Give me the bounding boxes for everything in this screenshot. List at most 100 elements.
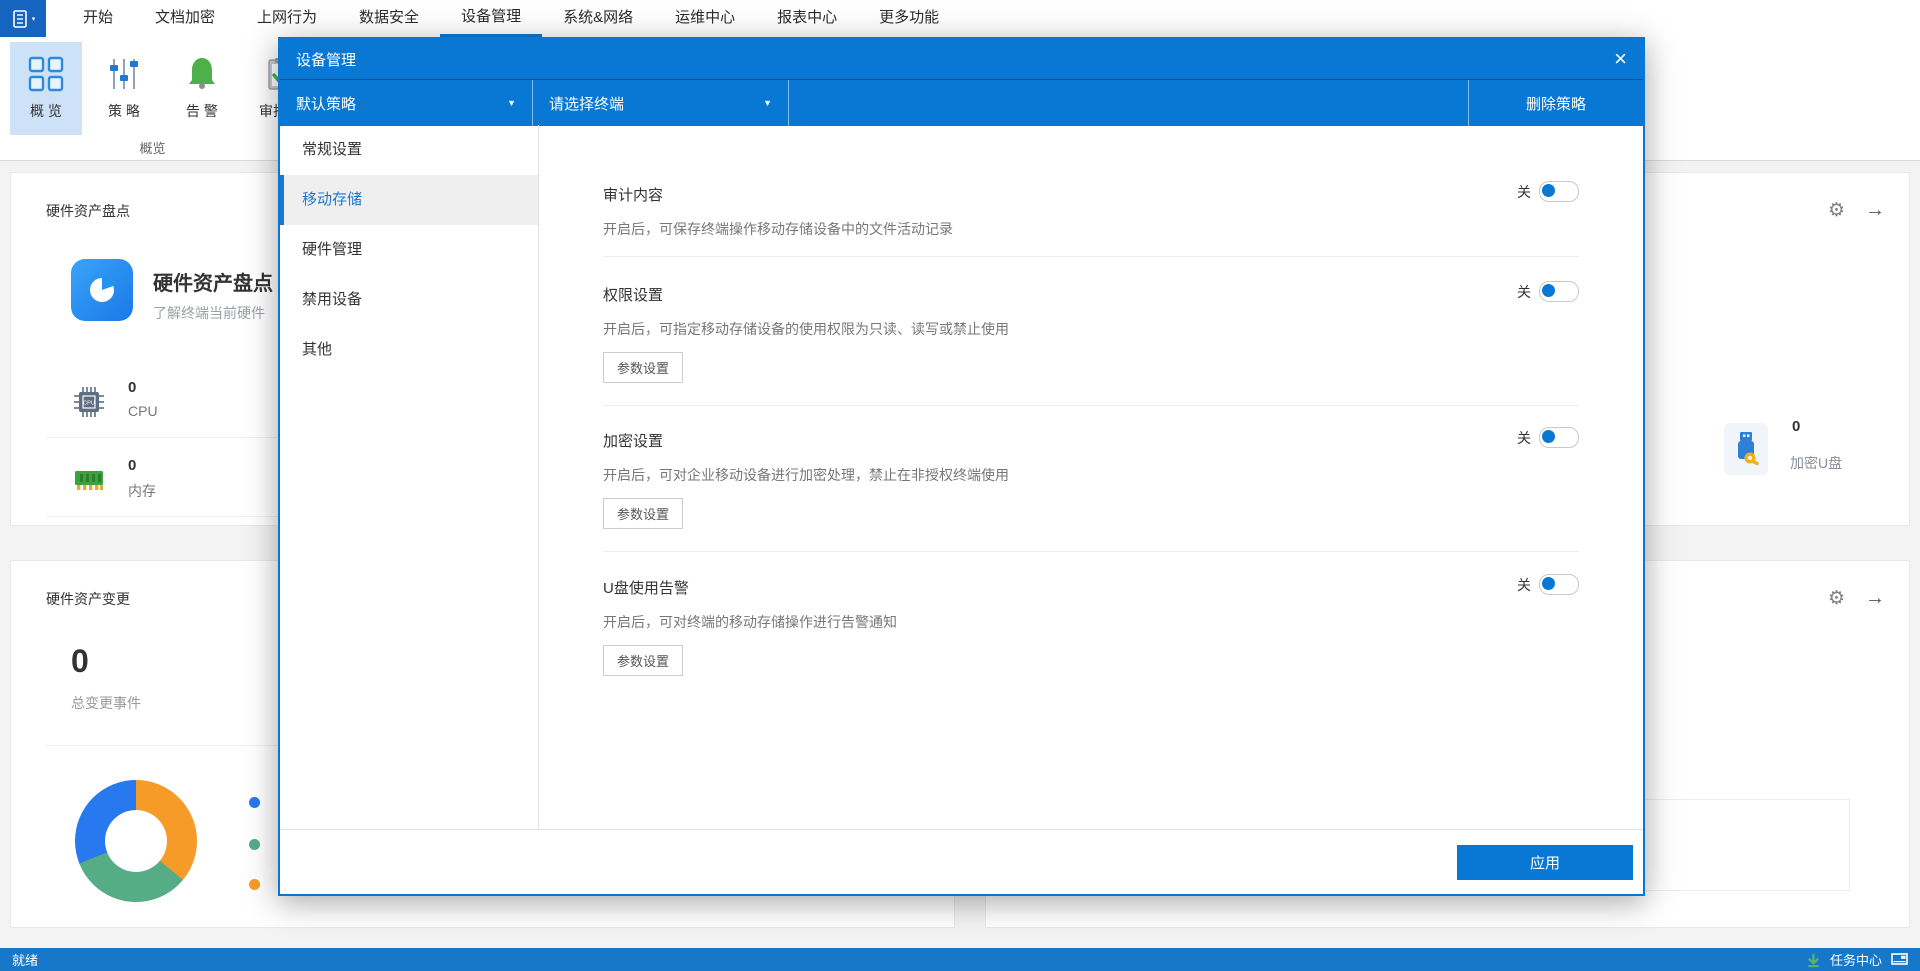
toggle-knob — [1542, 184, 1555, 197]
parameter-settings-button[interactable]: 参数设置 — [603, 352, 683, 383]
total-change-value: 0 — [71, 643, 89, 680]
encrypted-usb-label: 加密U盘 — [1790, 453, 1842, 473]
sliders-policy-icon — [106, 56, 142, 92]
section-description: 开启后，可对企业移动设备进行加密处理，禁止在非授权终端使用 — [603, 465, 1579, 485]
section-title: U盘使用告警 — [603, 577, 1579, 598]
modal-title-bar: 设备管理 × — [280, 39, 1643, 79]
toggle-state-label: 关 — [1517, 428, 1531, 448]
ribbon-group-label: 概览 — [0, 138, 305, 157]
section-encryption-settings: 加密设置 关 开启后，可对企业移动设备进行加密处理，禁止在非授权终端使用 参数设… — [603, 406, 1579, 552]
ram-stick-icon — [74, 469, 104, 498]
close-icon[interactable]: × — [1614, 49, 1627, 69]
ribbon-buttons: 概 览 策 略 告 警 — [10, 42, 316, 135]
section-usb-usage-alert: U盘使用告警 关 开启后，可对终端的移动存储操作进行告警通知 参数设置 — [603, 552, 1579, 702]
section-title: 加密设置 — [603, 430, 1579, 451]
audit-content-toggle[interactable] — [1539, 181, 1579, 202]
terminal-dropdown-value: 请选择终端 — [549, 93, 624, 114]
total-change-label: 总变更事件 — [71, 693, 141, 713]
section-description: 开启后，可指定移动存储设备的使用权限为只读、读写或禁止使用 — [603, 319, 1579, 339]
menu-item-device-management[interactable]: 设备管理 — [440, 0, 542, 37]
hardware-inventory-tile[interactable] — [71, 259, 133, 321]
menu-item-data-security[interactable]: 数据安全 — [338, 0, 440, 37]
legend-dot-orange — [249, 879, 260, 890]
menu-item-more-functions[interactable]: 更多功能 — [858, 0, 960, 37]
cpu-count-label: CPU — [128, 403, 158, 419]
policy-dropdown-value: 默认策略 — [296, 93, 356, 114]
sidebar-item-general-settings[interactable]: 常规设置 — [280, 125, 538, 175]
sidebar-item-hardware-management[interactable]: 硬件管理 — [280, 225, 538, 275]
modal-sidebar: 常规设置 移动存储 硬件管理 禁用设备 其他 — [280, 125, 539, 830]
arrow-right-icon[interactable]: → — [1865, 199, 1885, 222]
bell-alert-icon — [184, 56, 220, 92]
chevron-down-icon: ▼ — [507, 98, 516, 108]
cpu-count-value: 0 — [128, 379, 136, 396]
memory-count-value: 0 — [128, 457, 136, 474]
menu-item-start[interactable]: 开始 — [62, 0, 134, 37]
grid-overview-icon — [28, 56, 64, 92]
memory-count-label: 内存 — [128, 481, 156, 501]
policy-dropdown[interactable]: 默认策略 ▼ — [280, 80, 533, 126]
legend-dot-green — [249, 839, 260, 850]
modal-footer: 应用 — [280, 829, 1643, 894]
section-title: 审计内容 — [603, 184, 1579, 205]
chevron-down-icon: ▼ — [763, 98, 772, 108]
terminal-dropdown[interactable]: 请选择终端 ▼ — [533, 80, 789, 126]
section-title: 权限设置 — [603, 284, 1579, 305]
modal-toolbar: 默认策略 ▼ 请选择终端 ▼ 删除策略 — [280, 79, 1643, 126]
hardware-change-donut-chart — [75, 780, 197, 902]
app-menu-caret-icon: ▾ — [32, 15, 36, 23]
gear-icon[interactable]: ⚙ — [1828, 199, 1845, 222]
app-menu-button[interactable]: ▾ — [0, 0, 46, 37]
menu-item-doc-encryption[interactable]: 文档加密 — [134, 0, 236, 37]
usb-usage-alert-toggle[interactable] — [1539, 574, 1579, 595]
cpu-chip-icon: CPU — [74, 387, 104, 422]
sidebar-item-other[interactable]: 其他 — [280, 325, 538, 375]
delete-policy-button[interactable]: 删除策略 — [1468, 80, 1643, 126]
sidebar-item-removable-storage[interactable]: 移动存储 — [280, 175, 538, 225]
ribbon-button-overview[interactable]: 概 览 — [10, 42, 82, 135]
encryption-settings-toggle[interactable] — [1539, 427, 1579, 448]
toggle-knob — [1542, 577, 1555, 590]
ribbon-button-label: 概 览 — [30, 101, 62, 121]
svg-text:CPU: CPU — [83, 401, 95, 407]
monitor-icon[interactable] — [1891, 953, 1908, 966]
section-description: 开启后，可对终端的移动存储操作进行告警通知 — [603, 612, 1579, 632]
arrow-right-icon[interactable]: → — [1865, 587, 1885, 610]
ribbon-button-policy[interactable]: 策 略 — [88, 42, 160, 135]
menu-item-system-network[interactable]: 系统&网络 — [542, 0, 654, 37]
device-management-modal: 设备管理 × 默认策略 ▼ 请选择终端 ▼ 删除策略 常规设置 移动存储 硬件管… — [278, 37, 1645, 896]
tile-subtitle: 了解终端当前硬件 — [153, 303, 265, 323]
pie-chart-icon — [86, 274, 118, 306]
toggle-knob — [1542, 430, 1555, 443]
download-icon[interactable] — [1806, 952, 1821, 968]
section-permission-settings: 权限设置 关 开启后，可指定移动存储设备的使用权限为只读、读写或禁止使用 参数设… — [603, 257, 1579, 406]
menu-item-report-center[interactable]: 报表中心 — [756, 0, 858, 37]
card-header: 硬件资产变更 — [46, 589, 130, 609]
donut-hole — [105, 810, 167, 872]
parameter-settings-button[interactable]: 参数设置 — [603, 645, 683, 676]
modal-content: 审计内容 关 开启后，可保存终端操作移动存储设备中的文件活动记录 权限设置 关 … — [539, 125, 1643, 830]
parameter-settings-button[interactable]: 参数设置 — [603, 498, 683, 529]
modal-title: 设备管理 — [296, 49, 356, 70]
legend-dot-blue — [249, 797, 260, 808]
ribbon-button-alert[interactable]: 告 警 — [166, 42, 238, 135]
section-description: 开启后，可保存终端操作移动存储设备中的文件活动记录 — [603, 219, 1579, 239]
sidebar-item-disable-devices[interactable]: 禁用设备 — [280, 275, 538, 325]
permission-settings-toggle[interactable] — [1539, 281, 1579, 302]
toggle-knob — [1542, 284, 1555, 297]
ribbon-button-label: 策 略 — [108, 101, 140, 121]
encrypted-usb-value: 0 — [1792, 418, 1800, 435]
menu-item-ops-center[interactable]: 运维中心 — [654, 0, 756, 37]
gear-icon[interactable]: ⚙ — [1828, 587, 1845, 610]
task-center-button[interactable]: 任务中心 — [1830, 950, 1882, 969]
usb-key-icon — [1724, 423, 1768, 475]
apply-button[interactable]: 应用 — [1457, 845, 1633, 880]
menu-items: 开始 文档加密 上网行为 数据安全 设备管理 系统&网络 运维中心 报表中心 更… — [62, 0, 960, 37]
toggle-state-label: 关 — [1517, 182, 1531, 202]
toolbar-spacer — [789, 80, 1468, 126]
ribbon-button-label: 告 警 — [186, 101, 218, 121]
modal-body: 常规设置 移动存储 硬件管理 禁用设备 其他 审计内容 关 开启后，可保存终端操… — [280, 125, 1643, 830]
status-ready-text: 就绪 — [12, 950, 38, 969]
menu-item-web-behavior[interactable]: 上网行为 — [236, 0, 338, 37]
empty-list-box — [1610, 799, 1850, 891]
